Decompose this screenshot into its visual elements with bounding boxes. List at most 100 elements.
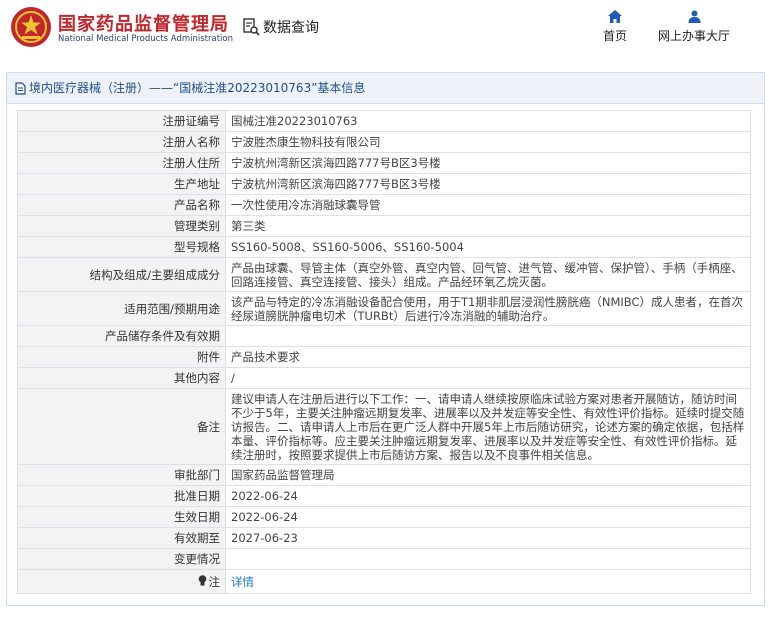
field-label-text: 生产地址: [174, 177, 220, 191]
table-row: 注册人住所 宁波杭州湾新区滨海四路777号B区3号楼: [17, 152, 751, 174]
field-label: 适用范围/预期用途: [17, 291, 226, 326]
field-label-text: 注册人住所: [162, 156, 221, 170]
field-value: 2022-06-24: [225, 485, 751, 507]
field-label-text: 适用范围/预期用途: [124, 301, 220, 316]
field-value-text: 2022-06-24: [231, 510, 298, 524]
field-label-text: 其他内容: [174, 371, 220, 385]
table-row: 注册证编号 国械注准20223010763: [17, 110, 751, 132]
table-row: 生产地址 宁波杭州湾新区滨海四路777号B区3号楼: [17, 173, 751, 195]
field-value-text: 宁波杭州湾新区滨海四路777号B区3号楼: [231, 177, 441, 191]
field-value-text: SS160-5008、SS160-5006、SS160-5004: [231, 240, 464, 254]
field-value: 国家药品监督管理局: [225, 464, 751, 486]
field-value: 详情: [225, 569, 751, 594]
logo-title-en: National Medical Products Administration: [58, 34, 233, 44]
field-label: 生效日期: [17, 506, 226, 528]
field-label-text: 型号规格: [174, 240, 220, 254]
field-label: 其他内容: [17, 367, 226, 389]
details-link[interactable]: 详情: [231, 575, 254, 589]
table-row: 生效日期 2022-06-24: [17, 506, 751, 528]
field-label-text: 注册证编号: [162, 114, 221, 128]
field-label: 产品名称: [17, 194, 226, 216]
table-row: 审批部门 国家药品监督管理局: [17, 464, 751, 486]
field-value-text: 一次性使用冷冻消融球囊导管: [231, 198, 381, 212]
field-label-text: 注: [208, 574, 221, 589]
header: 国家药品监督管理局 National Medical Products Admi…: [0, 0, 769, 62]
table-row: 注详情: [17, 569, 751, 594]
field-label-text: 变更情况: [174, 552, 220, 566]
nav-home-label: 首页: [603, 29, 628, 43]
field-value: 2022-06-24: [225, 506, 751, 528]
field-label: 审批部门: [17, 464, 226, 486]
field-value-text: 2022-06-24: [231, 489, 298, 503]
field-value: 宁波杭州湾新区滨海四路777号B区3号楼: [225, 173, 751, 195]
field-value-text: 国家药品监督管理局: [231, 468, 335, 482]
table-row: 有效期至 2027-06-23: [17, 527, 751, 549]
table-row: 产品名称 一次性使用冷冻消融球囊导管: [17, 194, 751, 216]
field-label: 结构及组成/主要组成成分: [17, 257, 226, 292]
table-row: 备注 建议申请人在注册后进行以下工作：一、请申请人继续按原临床试验方案对患者开展随…: [17, 388, 751, 465]
field-label-text: 有效期至: [174, 531, 220, 545]
field-value: SS160-5008、SS160-5006、SS160-5004: [225, 236, 751, 258]
table-row: 产品储存条件及有效期: [17, 325, 751, 347]
field-label-text: 结构及组成/主要组成成分: [89, 267, 220, 282]
field-label: 批准日期: [17, 485, 226, 507]
field-value: 一次性使用冷冻消融球囊导管: [225, 194, 751, 216]
field-value: 产品由球囊、导管主体（真空外管、真空内管、回气管、进气管、缓冲管、保护管）、手柄…: [225, 257, 751, 292]
field-value-text: 宁波杭州湾新区滨海四路777号B区3号楼: [231, 156, 441, 170]
table-row: 变更情况: [17, 548, 751, 570]
table-row: 附件 产品技术要求: [17, 346, 751, 368]
data-search-link[interactable]: 数据查询: [242, 17, 319, 37]
nav-home[interactable]: 首页: [603, 10, 627, 44]
field-label: 注册证编号: [17, 110, 226, 132]
field-label: 注册人住所: [17, 152, 226, 174]
document-icon: [15, 81, 26, 95]
field-value: 产品技术要求: [225, 346, 751, 368]
field-value-text: 产品由球囊、导管主体（真空外管、真空内管、回气管、进气管、缓冲管、保护管）、手柄…: [231, 260, 743, 289]
table-row: 其他内容 /: [17, 367, 751, 389]
field-label: 备注: [17, 388, 226, 465]
field-label: 附件: [17, 346, 226, 368]
field-value-text: 宁波胜杰康生物科技有限公司: [231, 135, 381, 149]
field-value-text: /: [231, 371, 235, 385]
field-label: 有效期至: [17, 527, 226, 549]
field-value: 建议申请人在注册后进行以下工作：一、请申请人继续按原临床试验方案对患者开展随访，…: [225, 388, 751, 465]
table-row: 结构及组成/主要组成成分 产品由球囊、导管主体（真空外管、真空内管、回气管、进气管…: [17, 257, 751, 292]
field-value-text: 建议申请人在注册后进行以下工作：一、请申请人继续按原临床试验方案对患者开展随访，…: [231, 391, 745, 462]
search-document-icon: [243, 18, 260, 36]
breadcrumb-text: 境内医疗器械（注册）——“国械注准20223010763”基本信息: [29, 81, 366, 95]
field-label-text: 注册人名称: [162, 135, 221, 149]
field-label: 产品储存条件及有效期: [17, 325, 226, 347]
field-value-text: 第三类: [231, 219, 266, 233]
field-label-text: 附件: [197, 350, 220, 364]
emblem-icon: [11, 7, 51, 47]
logo-title-cn: 国家药品监督管理局: [58, 14, 229, 35]
field-value: 该产品与特定的冷冻消融设备配合使用，用于T1期非肌层浸润性膀胱癌（NMIBC）成…: [225, 291, 751, 326]
table-row: 管理类别 第三类: [17, 215, 751, 237]
field-value: 第三类: [225, 215, 751, 237]
table-row: 型号规格 SS160-5008、SS160-5006、SS160-5004: [17, 236, 751, 258]
field-value: 2027-06-23: [225, 527, 751, 549]
field-label-text: 审批部门: [174, 468, 220, 482]
field-value-text: 国械注准20223010763: [231, 114, 358, 128]
nav-online-service[interactable]: 网上办事大厅: [658, 10, 730, 44]
field-value: 宁波胜杰康生物科技有限公司: [225, 131, 751, 153]
field-label: 型号规格: [17, 236, 226, 258]
field-label-text: 批准日期: [174, 489, 220, 503]
field-value: /: [225, 367, 751, 389]
table-row: 批准日期 2022-06-24: [17, 485, 751, 507]
table-row: 适用范围/预期用途 该产品与特定的冷冻消融设备配合使用，用于T1期非肌层浸润性膀胱…: [17, 291, 751, 326]
user-icon: [688, 10, 700, 23]
bulb-icon: [198, 574, 206, 585]
field-label: 注册人名称: [17, 131, 226, 153]
field-label: 管理类别: [17, 215, 226, 237]
field-value-text: 2027-06-23: [231, 531, 298, 545]
field-label-text: 产品名称: [174, 198, 220, 212]
nav-online-service-label: 网上办事大厅: [658, 29, 731, 43]
field-value: [225, 325, 751, 347]
data-search-label: 数据查询: [263, 20, 319, 36]
field-value: 国械注准20223010763: [225, 110, 751, 132]
home-icon: [608, 10, 622, 23]
field-value-text: 该产品与特定的冷冻消融设备配合使用，用于T1期非肌层浸润性膀胱癌（NMIBC）成…: [231, 294, 743, 323]
detail-panel: 境内医疗器械（注册）——“国械注准20223010763”基本信息 注册证编号国…: [6, 72, 765, 606]
field-label: 变更情况: [17, 548, 226, 570]
